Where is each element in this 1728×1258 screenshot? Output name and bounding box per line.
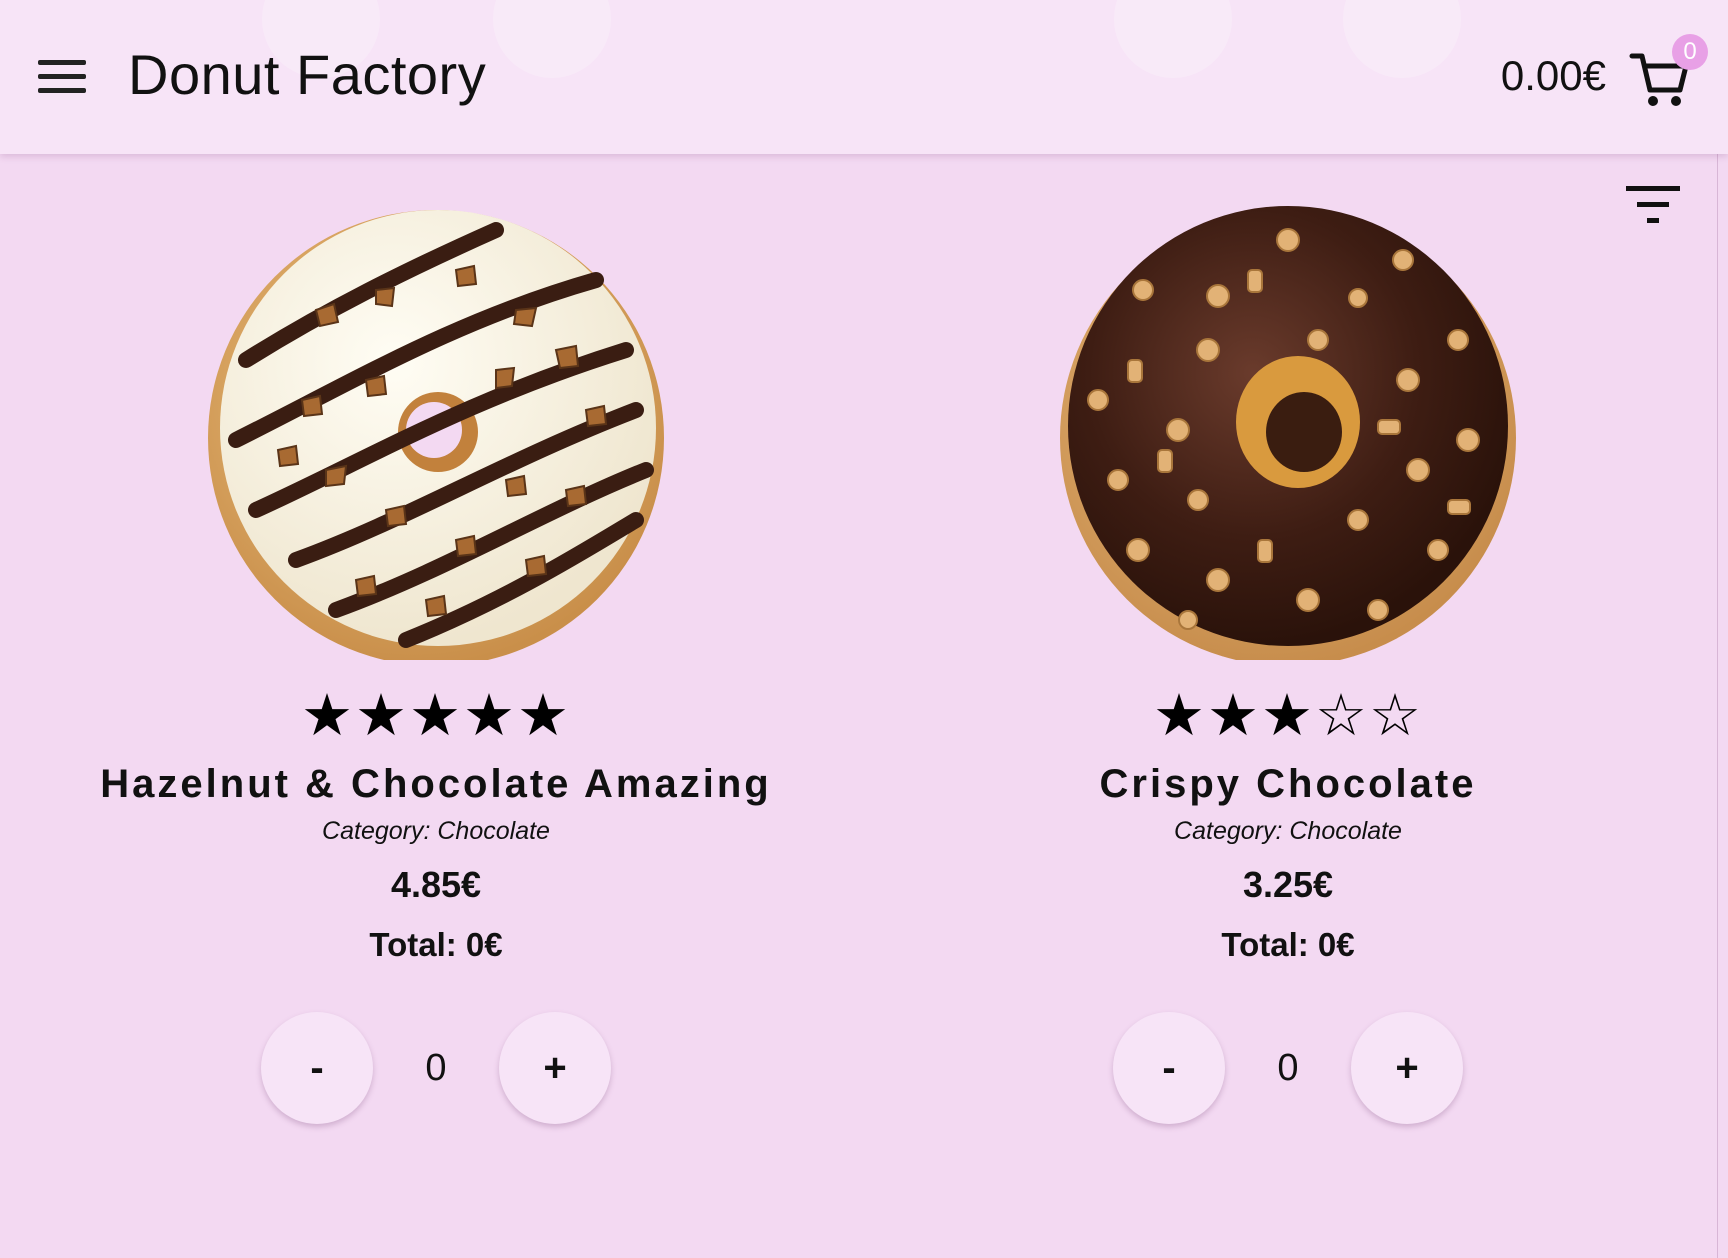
increment-button[interactable]: + xyxy=(499,1012,611,1124)
ghost-decrement-button xyxy=(1114,0,1232,78)
ghost-increment-button xyxy=(1343,0,1461,78)
decrement-button[interactable]: - xyxy=(261,1012,373,1124)
rating-stars: ★★★☆☆ xyxy=(1153,681,1423,749)
decrement-button[interactable]: - xyxy=(1113,1012,1225,1124)
product-card: ★★★★★ Hazelnut & Chocolate Amazing Categ… xyxy=(56,200,816,1126)
product-total: Total: 0€ xyxy=(369,926,503,963)
product-category: Category: Chocolate xyxy=(322,817,550,845)
rating-stars: ★★★★★ xyxy=(301,681,571,749)
donut-image xyxy=(1060,206,1516,660)
quantity-value: 0 xyxy=(425,1046,447,1089)
product-total: Total: 0€ xyxy=(1221,926,1355,963)
cart-count-badge: 0 xyxy=(1672,34,1708,70)
product-card: ★★★☆☆ Crispy Chocolate Category: Chocola… xyxy=(908,200,1668,1126)
product-category: Category: Chocolate xyxy=(1174,817,1402,845)
donut-image xyxy=(208,210,664,660)
increment-button[interactable]: + xyxy=(1351,1012,1463,1124)
quantity-stepper: - 0 + xyxy=(261,1010,611,1126)
product-price: 4.85€ xyxy=(390,864,482,905)
app-title: Donut Factory xyxy=(128,43,487,106)
quantity-stepper: - 0 + xyxy=(1113,1010,1463,1126)
quantity-value: 0 xyxy=(1277,1046,1299,1089)
product-name: Crispy Chocolate xyxy=(1099,762,1477,806)
scrollbar[interactable] xyxy=(1717,0,1728,1258)
product-name: Hazelnut & Chocolate Amazing xyxy=(100,762,772,806)
cart-total: 0.00€ xyxy=(1500,52,1606,99)
hamburger-menu-icon[interactable] xyxy=(34,56,90,100)
ghost-increment-button xyxy=(493,0,611,78)
product-price: 3.25€ xyxy=(1242,864,1334,905)
app-header: Donut Factory 0.00€ xyxy=(0,0,1728,154)
